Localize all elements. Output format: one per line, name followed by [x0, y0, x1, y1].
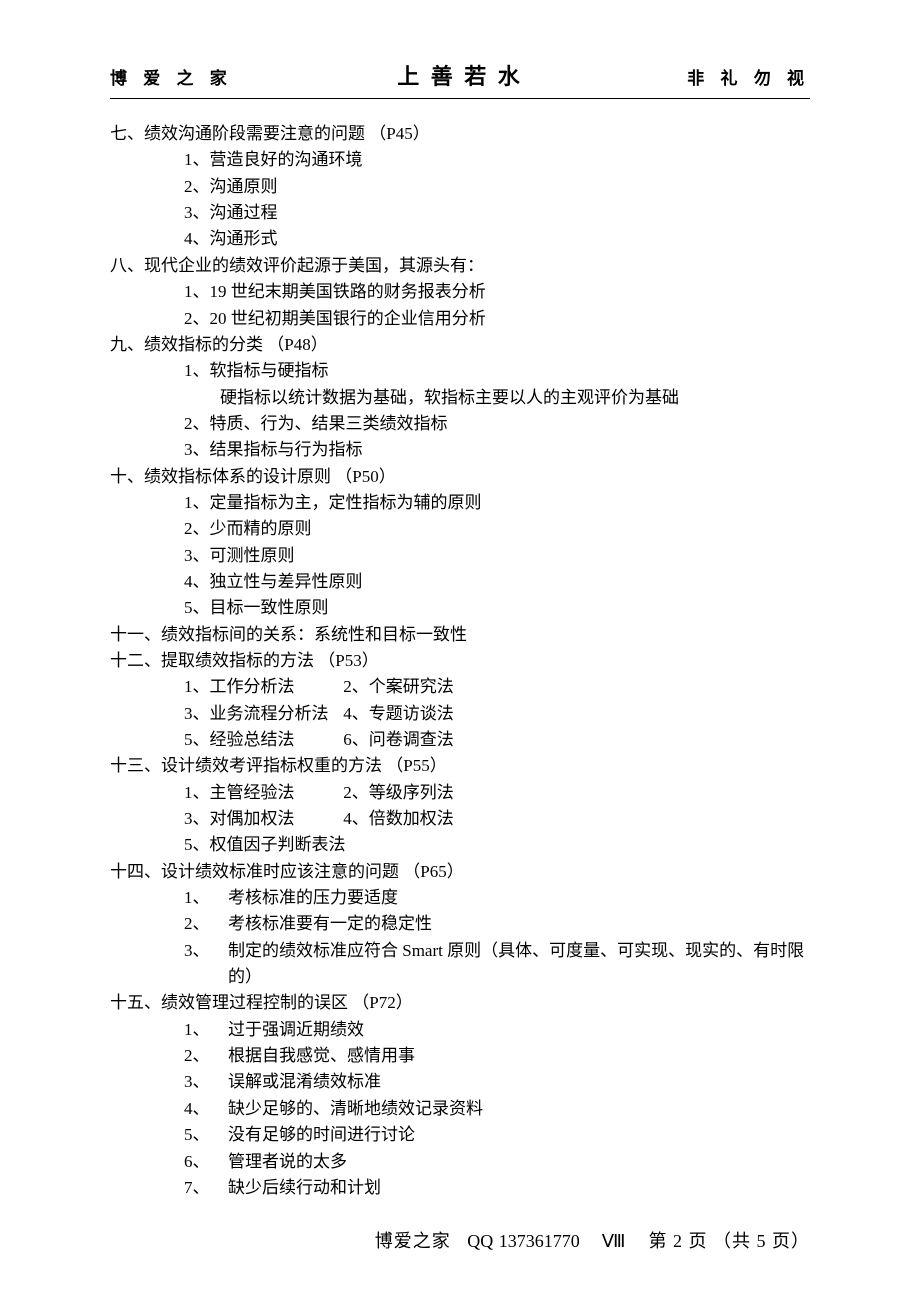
item-text: 误解或混淆绩效标准 — [228, 1072, 381, 1091]
section-8-item: 1、19 世纪末期美国铁路的财务报表分析 — [110, 279, 810, 305]
item-text: 缺少足够的、清晰地绩效记录资料 — [228, 1099, 483, 1118]
item-text: 考核标准的压力要适度 — [228, 888, 398, 907]
item-number: 3、 — [184, 938, 228, 991]
section-13-row: 3、对偶加权法 4、倍数加权法 — [110, 806, 810, 832]
section-7-title: 七、绩效沟通阶段需要注意的问题 （P45） — [110, 121, 810, 147]
page-footer: 博爱之家 QQ 137361770 Ⅷ 第 2 页 （共 5 页） — [0, 1228, 810, 1256]
item-number: 2、 — [184, 1043, 228, 1069]
section-7-item: 3、沟通过程 — [110, 200, 810, 226]
footer-page-number: 2 — [673, 1231, 683, 1251]
section-13-title: 十三、设计绩效考评指标权重的方法 （P55） — [110, 753, 810, 779]
section-7-item: 4、沟通形式 — [110, 226, 810, 252]
section-10-item: 2、少而精的原则 — [110, 516, 810, 542]
section-12-row: 3、业务流程分析法 4、专题访谈法 — [110, 701, 810, 727]
section-9-item: 1、软指标与硬指标 — [110, 358, 810, 384]
section-10-item: 4、独立性与差异性原则 — [110, 569, 810, 595]
footer-page-prefix: 第 — [649, 1231, 668, 1251]
section-11-title: 十一、绩效指标间的关系：系统性和目标一致性 — [110, 622, 810, 648]
item-number: 1、 — [184, 885, 228, 911]
section-12-cell: 4、专题访谈法 — [343, 701, 498, 727]
section-15-item: 4、缺少足够的、清晰地绩效记录资料 — [110, 1096, 810, 1122]
section-12-cell: 3、业务流程分析法 — [184, 701, 339, 727]
section-14-item: 1、考核标准的压力要适度 — [110, 885, 810, 911]
section-14-item: 3、制定的绩效标准应符合 Smart 原则（具体、可度量、可实现、现实的、有时限… — [110, 938, 810, 991]
section-14-title: 十四、设计绩效标准时应该注意的问题 （P65） — [110, 859, 810, 885]
item-text: 缺少后续行动和计划 — [228, 1178, 381, 1197]
section-13-row: 5、权值因子判断表法 — [110, 832, 810, 858]
section-12-row: 5、经验总结法 6、问卷调查法 — [110, 727, 810, 753]
footer-qq-label: QQ — [467, 1231, 493, 1251]
item-text: 管理者说的太多 — [228, 1152, 347, 1171]
section-13-cell: 3、对偶加权法 — [184, 806, 339, 832]
header-left: 博 爱 之 家 — [110, 66, 233, 92]
item-number: 4、 — [184, 1096, 228, 1122]
section-12-row: 1、工作分析法 2、个案研究法 — [110, 674, 810, 700]
item-number: 2、 — [184, 911, 228, 937]
section-15-item: 7、缺少后续行动和计划 — [110, 1175, 810, 1201]
section-12-cell: 5、经验总结法 — [184, 727, 339, 753]
section-12-cell: 6、问卷调查法 — [343, 727, 498, 753]
section-14-item: 2、考核标准要有一定的稳定性 — [110, 911, 810, 937]
section-9-title: 九、绩效指标的分类 （P48） — [110, 332, 810, 358]
section-15-item: 6、管理者说的太多 — [110, 1149, 810, 1175]
header-right: 非 礼 勿 视 — [687, 66, 810, 92]
section-9-item: 2、特质、行为、结果三类绩效指标 — [110, 411, 810, 437]
header-center: 上 善 若 水 — [397, 60, 523, 94]
section-12-cell: 2、个案研究法 — [343, 674, 498, 700]
section-15-item: 2、根据自我感觉、感情用事 — [110, 1043, 810, 1069]
section-15-item: 1、过于强调近期绩效 — [110, 1017, 810, 1043]
footer-page-mid: 页 （共 — [689, 1231, 752, 1251]
section-7-item: 2、沟通原则 — [110, 174, 810, 200]
section-7-item: 1、营造良好的沟通环境 — [110, 147, 810, 173]
section-12-title: 十二、提取绩效指标的方法 （P53） — [110, 648, 810, 674]
document-page: 博 爱 之 家 上 善 若 水 非 礼 勿 视 七、绩效沟通阶段需要注意的问题 … — [0, 0, 920, 1201]
section-10-title: 十、绩效指标体系的设计原则 （P50） — [110, 464, 810, 490]
item-text: 制定的绩效标准应符合 Smart 原则（具体、可度量、可实现、现实的、有时限的） — [228, 938, 810, 991]
section-15-item: 3、误解或混淆绩效标准 — [110, 1069, 810, 1095]
section-10-item: 5、目标一致性原则 — [110, 595, 810, 621]
footer-brand: 博爱之家 — [375, 1231, 451, 1251]
section-9-item: 3、结果指标与行为指标 — [110, 437, 810, 463]
footer-qq-number: 137361770 — [499, 1231, 580, 1251]
section-8-title: 八、现代企业的绩效评价起源于美国，其源头有： — [110, 253, 810, 279]
item-text: 根据自我感觉、感情用事 — [228, 1046, 415, 1065]
footer-page-total: 5 — [757, 1231, 767, 1251]
section-15-item: 5、没有足够的时间进行讨论 — [110, 1122, 810, 1148]
section-13-cell: 4、倍数加权法 — [343, 806, 498, 832]
section-10-item: 1、定量指标为主，定性指标为辅的原则 — [110, 490, 810, 516]
item-text: 过于强调近期绩效 — [228, 1020, 364, 1039]
footer-page-suffix: 页） — [772, 1231, 810, 1251]
item-number: 6、 — [184, 1149, 228, 1175]
section-9-note: 硬指标以统计数据为基础，软指标主要以人的主观评价为基础 — [110, 385, 810, 411]
section-13-cell: 5、权值因子判断表法 — [184, 832, 346, 858]
section-15-title: 十五、绩效管理过程控制的误区 （P72） — [110, 990, 810, 1016]
section-12-cell: 1、工作分析法 — [184, 674, 339, 700]
section-8-item: 2、20 世纪初期美国银行的企业信用分析 — [110, 306, 810, 332]
item-text: 考核标准要有一定的稳定性 — [228, 914, 432, 933]
item-number: 1、 — [184, 1017, 228, 1043]
item-text: 没有足够的时间进行讨论 — [228, 1125, 415, 1144]
item-number: 7、 — [184, 1175, 228, 1201]
section-13-row: 1、主管经验法 2、等级序列法 — [110, 780, 810, 806]
item-number: 3、 — [184, 1069, 228, 1095]
section-13-cell: 2、等级序列法 — [343, 780, 498, 806]
section-13-cell: 1、主管经验法 — [184, 780, 339, 806]
section-10-item: 3、可测性原则 — [110, 543, 810, 569]
page-header: 博 爱 之 家 上 善 若 水 非 礼 勿 视 — [110, 60, 810, 99]
footer-roman: Ⅷ — [602, 1231, 627, 1251]
item-number: 5、 — [184, 1122, 228, 1148]
